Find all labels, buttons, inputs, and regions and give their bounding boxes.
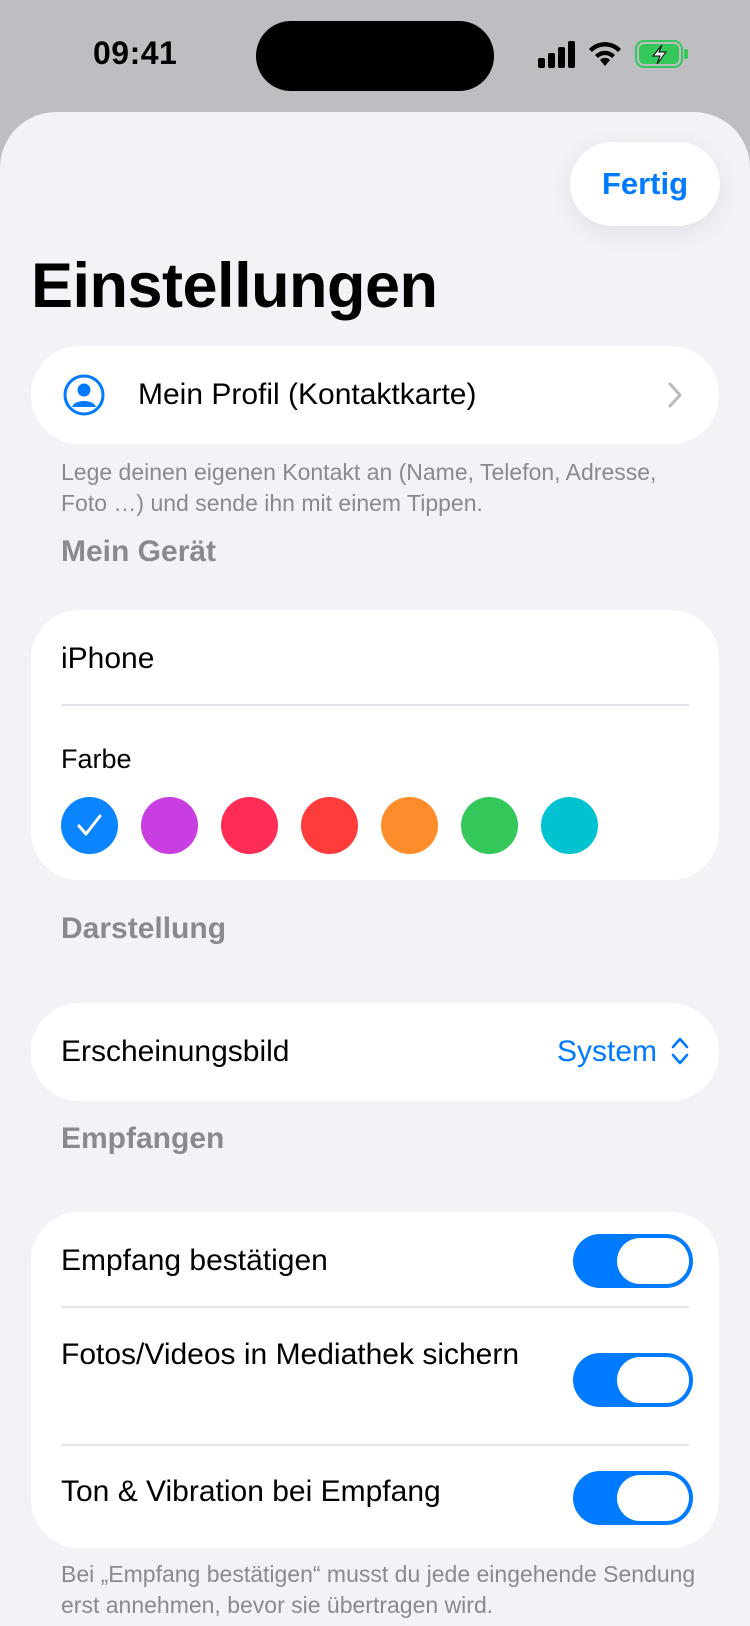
divider: [61, 704, 689, 706]
done-button[interactable]: Fertig: [570, 142, 720, 226]
receive-card: Empfang bestätigen Fotos/Videos in Media…: [31, 1212, 719, 1548]
color-swatch-red[interactable]: [301, 797, 358, 854]
appearance-picker-value[interactable]: System: [557, 1035, 657, 1069]
color-swatch-orange[interactable]: [381, 797, 438, 854]
save-media-label: Fotos/Videos in Mediathek sichern: [61, 1338, 520, 1371]
receive-hint: Bei „Empfang bestätigen“ musst du jede e…: [61, 1561, 696, 1618]
chevron-up-down-icon: [671, 1037, 689, 1065]
color-swatch-blue[interactable]: [61, 797, 118, 854]
divider: [61, 1306, 689, 1308]
my-profile-row[interactable]: Mein Profil (Kontaktkarte): [31, 346, 719, 444]
section-header-appearance: Darstellung: [61, 912, 227, 945]
chevron-right-icon: [668, 382, 682, 408]
appearance-row[interactable]: Erscheinungsbild System: [31, 1003, 719, 1101]
sound-vibration-toggle[interactable]: [573, 1471, 693, 1525]
settings-sheet: Fertig Einstellungen Mein Profil (Kontak…: [0, 112, 750, 1626]
dynamic-island: [256, 21, 494, 91]
status-bar: 09:41: [0, 0, 750, 110]
save-media-toggle[interactable]: [573, 1353, 693, 1407]
section-header-my-device: Mein Gerät: [61, 535, 217, 568]
confirm-receipt-toggle[interactable]: [573, 1234, 693, 1288]
confirm-receipt-label: Empfang bestätigen: [61, 1244, 328, 1277]
page-title: Einstellungen: [31, 251, 438, 321]
color-swatch-pink[interactable]: [221, 797, 278, 854]
person-circle-icon: [63, 374, 105, 416]
cellular-signal-icon: [538, 40, 576, 68]
color-swatch-green[interactable]: [461, 797, 518, 854]
section-header-receive: Empfangen: [61, 1122, 225, 1155]
wifi-icon: [589, 42, 621, 66]
profile-hint: Lege deinen eigenen Kontakt an (Name, Te…: [61, 459, 657, 516]
appearance-label: Erscheinungsbild: [61, 1035, 290, 1068]
sound-vibration-label: Ton & Vibration bei Empfang: [61, 1475, 441, 1508]
color-swatch-teal[interactable]: [541, 797, 598, 854]
color-swatch-purple[interactable]: [141, 797, 198, 854]
device-card: iPhone Farbe: [31, 610, 719, 880]
device-name[interactable]: iPhone: [61, 642, 154, 676]
status-time: 09:41: [93, 35, 178, 71]
divider: [61, 1444, 689, 1446]
my-profile-label: Mein Profil (Kontaktkarte): [138, 378, 477, 411]
battery-charging-icon: [635, 40, 688, 68]
color-label: Farbe: [61, 744, 132, 774]
checkmark-icon: [77, 814, 102, 836]
